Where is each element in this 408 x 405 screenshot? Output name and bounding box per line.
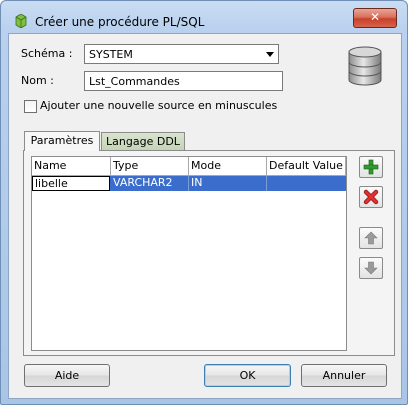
parameters-panel: Name Type Mode Default Value libelle VAR… xyxy=(23,150,395,356)
chevron-down-icon xyxy=(266,52,274,57)
help-button[interactable]: Aide xyxy=(24,364,110,387)
title-bar[interactable]: Créer une procédure PL/SQL ✕ xyxy=(1,1,407,33)
cell-default-value[interactable] xyxy=(267,176,346,191)
parameters-table[interactable]: Name Type Mode Default Value libelle VAR… xyxy=(31,156,347,351)
window-title: Créer une procédure PL/SQL xyxy=(35,15,205,29)
column-header-mode[interactable]: Mode xyxy=(189,157,267,175)
add-parameter-button[interactable] xyxy=(359,156,383,178)
remove-parameter-button[interactable] xyxy=(359,186,383,208)
schema-select[interactable]: SYSTEM xyxy=(84,44,279,64)
dialog-window: Créer une procédure PL/SQL ✕ Schéma : SY… xyxy=(0,0,408,405)
cell-name-editor[interactable]: libelle xyxy=(32,176,110,191)
move-up-button[interactable] xyxy=(359,227,383,249)
column-header-type[interactable]: Type xyxy=(111,157,189,175)
cancel-button[interactable]: Annuler xyxy=(301,364,387,387)
schema-label: Schéma : xyxy=(21,47,73,60)
cell-type[interactable]: VARCHAR2 xyxy=(111,176,189,191)
table-row[interactable]: libelle VARCHAR2 IN xyxy=(32,176,346,191)
schema-select-value: SYSTEM xyxy=(89,48,133,61)
database-icon xyxy=(345,44,385,88)
column-header-default-value[interactable]: Default Value xyxy=(267,157,346,175)
procedure-app-icon xyxy=(15,13,27,29)
procedure-name-input[interactable] xyxy=(84,71,283,91)
tab-parametres[interactable]: Paramètres xyxy=(24,131,100,151)
close-button[interactable]: ✕ xyxy=(353,8,397,28)
ok-button[interactable]: OK xyxy=(204,364,291,387)
column-header-name[interactable]: Name xyxy=(32,157,111,175)
move-down-button[interactable] xyxy=(359,257,383,279)
dialog-body: Schéma : SYSTEM Nom : Lst_Commandes Ajou… xyxy=(8,33,402,399)
tab-langage-ddl[interactable]: Langage DDL xyxy=(101,132,185,150)
close-icon: ✕ xyxy=(369,10,381,24)
lowercase-checkbox-label[interactable]: Ajouter une nouvelle source en minuscule… xyxy=(40,99,277,112)
table-header: Name Type Mode Default Value xyxy=(32,157,346,175)
name-label: Nom : xyxy=(21,74,54,87)
cell-mode[interactable]: IN xyxy=(189,176,267,191)
lowercase-checkbox[interactable] xyxy=(24,100,37,113)
